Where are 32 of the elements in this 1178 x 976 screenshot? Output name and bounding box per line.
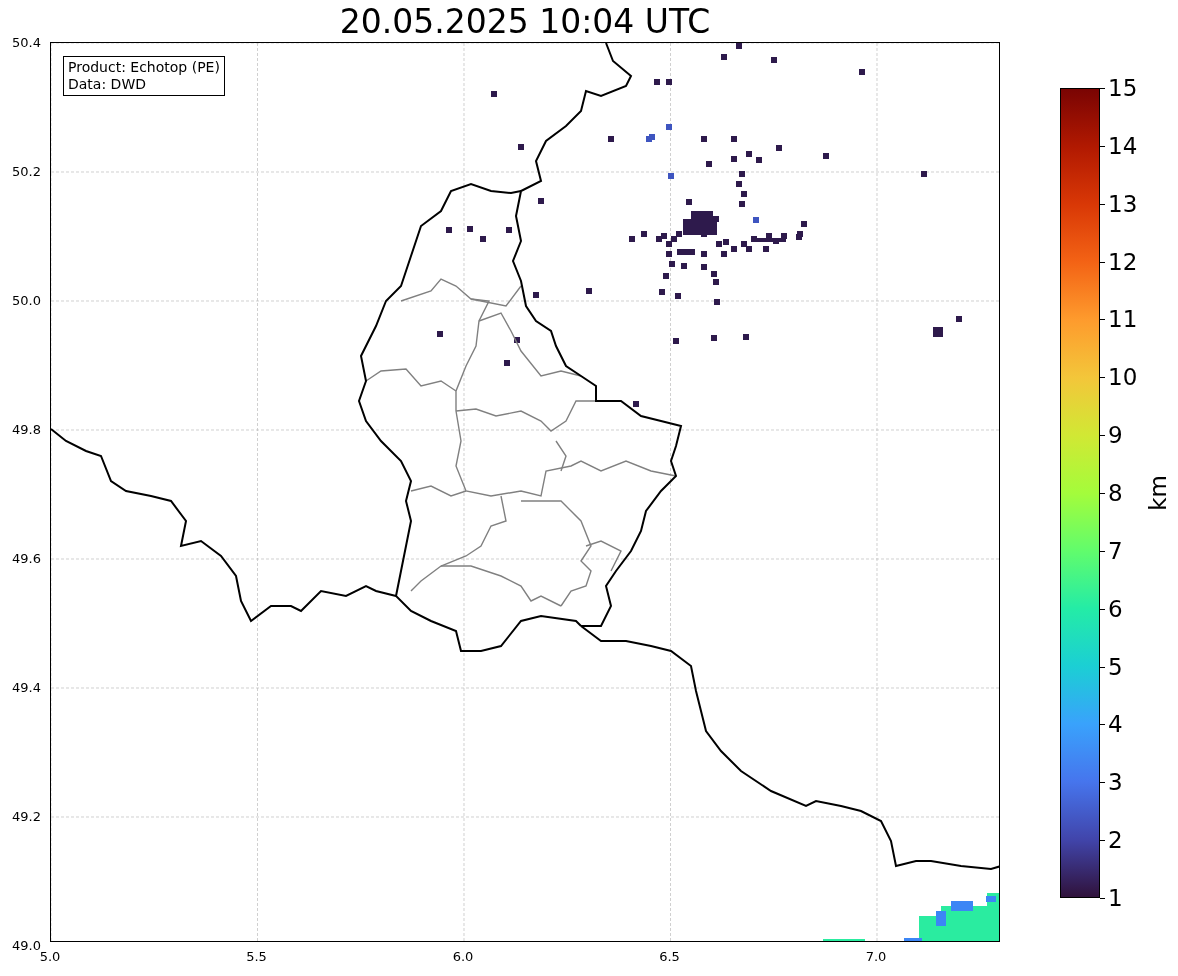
- x-tick-label: 7.0: [865, 949, 887, 964]
- y-tick-label: 49.8: [12, 421, 41, 437]
- y-tick-label: 49.6: [12, 550, 41, 566]
- colorbar-tick-label: 4: [1108, 711, 1123, 738]
- x-tick-label: 5.5: [246, 949, 267, 964]
- x-tick-label: 6.5: [659, 949, 680, 964]
- y-tick-label: 50.0: [12, 292, 41, 308]
- plot-title: 20.05.2025 10:04 UTC: [338, 2, 712, 42]
- y-tick-label: 50.4: [12, 34, 41, 50]
- y-tick-label: 50.2: [12, 163, 41, 179]
- y-tick-label: 49.4: [12, 679, 41, 695]
- colorbar-tick-label: 14: [1108, 132, 1138, 159]
- x-tick-label: 5.0: [39, 949, 61, 964]
- info-text: Data: DWD: [68, 76, 147, 93]
- colorbar-label: km: [1144, 475, 1171, 511]
- colorbar-tick-label: 1: [1108, 885, 1123, 911]
- colorbar-tick-label: 8: [1108, 480, 1123, 506]
- y-tick-label: 49.0: [12, 937, 41, 953]
- colorbar-tick-label: 10: [1108, 364, 1138, 391]
- colorbar-tick-label: 11: [1108, 306, 1138, 333]
- colorbar-tick-label: 3: [1108, 769, 1123, 796]
- y-tick-label: 49.2: [12, 808, 41, 824]
- colorbar-tick-label: 12: [1108, 248, 1138, 275]
- colorbar-tick-label: 7: [1108, 537, 1123, 564]
- colorbar-tick-label: 9: [1108, 422, 1123, 449]
- x-tick-label: 6.0: [452, 949, 474, 964]
- info-text: Product: Echotop (PE): [68, 59, 220, 76]
- colorbar-tick-label: 2: [1108, 827, 1123, 854]
- colorbar-tick-label: 13: [1108, 190, 1138, 217]
- colorbar-tick-label: 6: [1108, 595, 1123, 622]
- colorbar-tick-label: 5: [1108, 653, 1123, 680]
- colorbar-tick-label: 15: [1108, 75, 1138, 101]
